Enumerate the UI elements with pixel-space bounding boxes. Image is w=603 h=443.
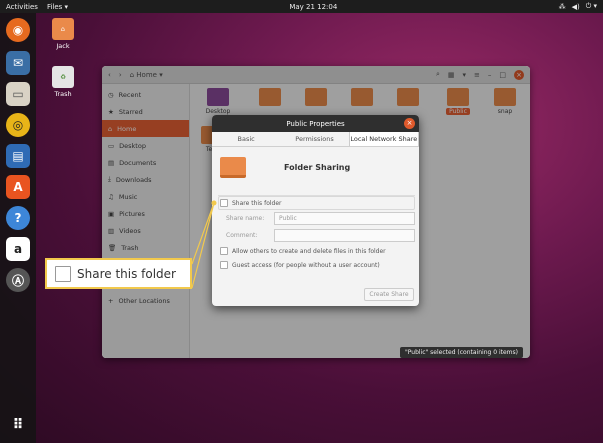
callout-checkbox [55, 265, 71, 282]
callout-connector [191, 200, 217, 289]
share-folder-callout: Share this folder [45, 258, 192, 289]
callout-label: Share this folder [77, 266, 176, 281]
